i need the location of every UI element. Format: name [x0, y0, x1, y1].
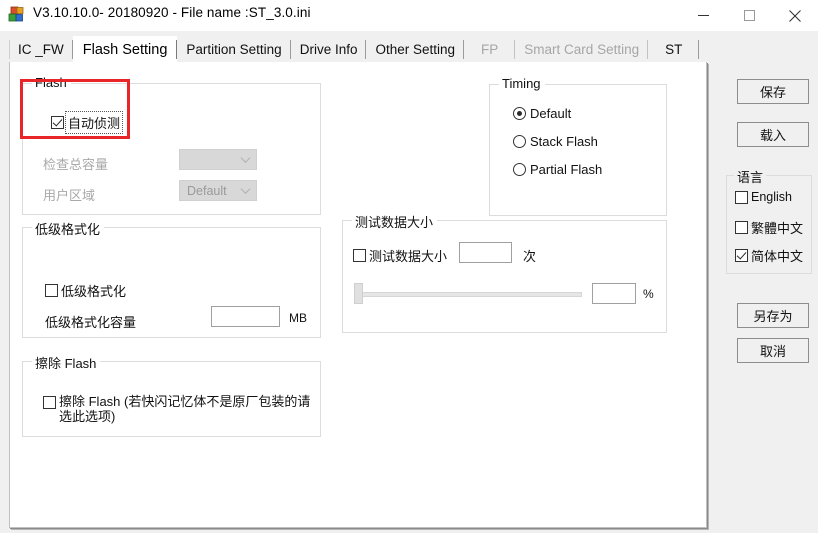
timing-option-stack-flash[interactable]: Stack Flash — [513, 134, 598, 149]
radio-dot — [513, 135, 526, 148]
load-button-label: 载入 — [759, 128, 786, 143]
tab-ic-fw[interactable]: IC _FW — [9, 36, 73, 63]
lowlevel-capacity-input[interactable] — [211, 306, 280, 327]
window-title: V3.10.10.0- 20180920 - File name :ST_3.0… — [33, 5, 311, 20]
testdata-percent-input[interactable] — [592, 283, 636, 304]
user-area-dropdown: Default — [179, 180, 257, 201]
tab-strip: IC _FW Flash Setting Partition Setting D… — [9, 36, 707, 63]
language-group-legend: 语言 — [734, 167, 767, 186]
user-area-value: Default — [187, 183, 227, 198]
timing-option-partial-flash[interactable]: Partial Flash — [513, 162, 602, 177]
timing-group-legend: Timing — [499, 76, 545, 91]
checkbox-box — [353, 249, 366, 262]
lowlevel-capacity-unit: MB — [289, 311, 307, 325]
maximize-button[interactable] — [726, 0, 772, 31]
tab-label: IC _FW — [18, 42, 64, 57]
lowlevel-group-legend: 低级格式化 — [32, 219, 105, 238]
testdata-group-legend: 测试数据大小 — [352, 212, 438, 231]
checkbox-box — [45, 284, 58, 297]
checkbox-box — [51, 116, 64, 129]
cancel-button-label: 取消 — [759, 344, 786, 359]
chevron-down-icon — [240, 183, 251, 194]
testdata-count-input[interactable] — [459, 242, 512, 263]
minimize-button[interactable] — [680, 0, 726, 31]
flash-setting-panel: Flash 自动侦测 检查总容量 用户区域 Default Timing Def… — [9, 62, 707, 528]
checkbox-box — [735, 249, 748, 262]
tab-fp: FP — [464, 36, 516, 63]
testdata-percent-slider[interactable] — [354, 283, 582, 305]
tab-drive-info[interactable]: Drive Info — [290, 36, 367, 63]
timing-option-label: Default — [530, 106, 572, 121]
lowlevel-format-group: 低级格式化 低级格式化 低级格式化容量 MB — [22, 219, 321, 338]
checkbox-box — [735, 221, 748, 234]
tab-other-setting[interactable]: Other Setting — [366, 36, 465, 63]
erase-group-legend: 擦除 Flash — [32, 353, 101, 372]
lowlevel-capacity-label: 低级格式化容量 — [45, 315, 137, 330]
language-option-label: 繁體中文 — [751, 221, 804, 236]
testdata-count-unit: 次 — [523, 249, 537, 264]
tab-label: Drive Info — [299, 42, 358, 57]
erase-flash-group: 擦除 Flash 擦除 Flash (若快闪记忆体不是原厂包装的请选此选项) — [22, 353, 321, 437]
testdata-size-checkbox[interactable]: 测试数据大小 — [353, 246, 447, 265]
auto-detect-label: 自动侦测 — [64, 111, 124, 134]
save-as-button[interactable]: 另存为 — [737, 303, 809, 328]
testdata-percent-unit: % — [643, 287, 654, 301]
save-button[interactable]: 保存 — [737, 79, 809, 104]
close-button[interactable] — [772, 0, 818, 31]
slider-thumb[interactable] — [354, 283, 363, 304]
testdata-group: 测试数据大小 测试数据大小 次 % — [342, 212, 667, 333]
tab-label: Partition Setting — [186, 42, 282, 57]
flash-group: Flash 自动侦测 检查总容量 用户区域 Default — [22, 75, 321, 215]
language-option-label: 简体中文 — [751, 249, 804, 264]
tab-label: Smart Card Setting — [524, 42, 640, 57]
application-window: V3.10.10.0- 20180920 - File name :ST_3.0… — [0, 0, 818, 533]
tab-smart-card-setting: Smart Card Setting — [515, 36, 649, 63]
slider-track — [354, 292, 582, 297]
tab-label: FP — [481, 42, 499, 57]
window-controls — [680, 0, 818, 31]
radio-dot — [513, 107, 526, 120]
flash-group-legend: Flash — [32, 75, 71, 90]
auto-detect-checkbox[interactable]: 自动侦测 — [51, 111, 124, 134]
chevron-down-icon — [240, 152, 251, 163]
timing-option-default[interactable]: Default — [513, 106, 571, 121]
save-as-button-label: 另存为 — [753, 309, 793, 324]
language-option-english[interactable]: English — [735, 190, 792, 204]
load-button[interactable]: 载入 — [737, 122, 809, 147]
checkbox-box — [735, 190, 748, 204]
language-option-traditional-chinese[interactable]: 繁體中文 — [735, 218, 803, 237]
title-bar: V3.10.10.0- 20180920 - File name :ST_3.0… — [0, 0, 818, 31]
cancel-button[interactable]: 取消 — [737, 338, 809, 363]
tab-label: Other Setting — [375, 42, 456, 57]
lowlevel-format-checkbox[interactable]: 低级格式化 — [45, 281, 126, 300]
language-group: 语言 English 繁體中文 简体中文 — [726, 167, 812, 274]
checkbox-box — [43, 396, 56, 409]
tab-st[interactable]: ST — [648, 36, 700, 63]
tab-label: Flash Setting — [82, 41, 168, 58]
check-capacity-dropdown — [179, 149, 257, 170]
radio-dot — [513, 163, 526, 176]
erase-flash-checkbox[interactable]: 擦除 Flash (若快闪记忆体不是原厂包装的请选此选项) — [43, 394, 313, 424]
erase-flash-label: 擦除 Flash (若快闪记忆体不是原厂包装的请选此选项) — [59, 394, 311, 424]
timing-option-label: Stack Flash — [530, 134, 598, 149]
check-capacity-label: 检查总容量 — [43, 157, 109, 172]
tab-flash-setting[interactable]: Flash Setting — [72, 36, 178, 63]
save-button-label: 保存 — [759, 85, 786, 100]
timing-option-label: Partial Flash — [530, 162, 603, 177]
testdata-size-label: 测试数据大小 — [369, 249, 448, 264]
lowlevel-format-label: 低级格式化 — [61, 284, 127, 299]
user-area-label: 用户区域 — [43, 188, 96, 203]
language-option-label: English — [751, 190, 792, 204]
language-option-simplified-chinese[interactable]: 简体中文 — [735, 246, 803, 265]
timing-group: Timing Default Stack Flash Partial Flash — [489, 76, 667, 216]
tab-label: ST — [665, 42, 683, 57]
tab-partition-setting[interactable]: Partition Setting — [177, 36, 292, 63]
blocks-icon — [8, 6, 25, 23]
